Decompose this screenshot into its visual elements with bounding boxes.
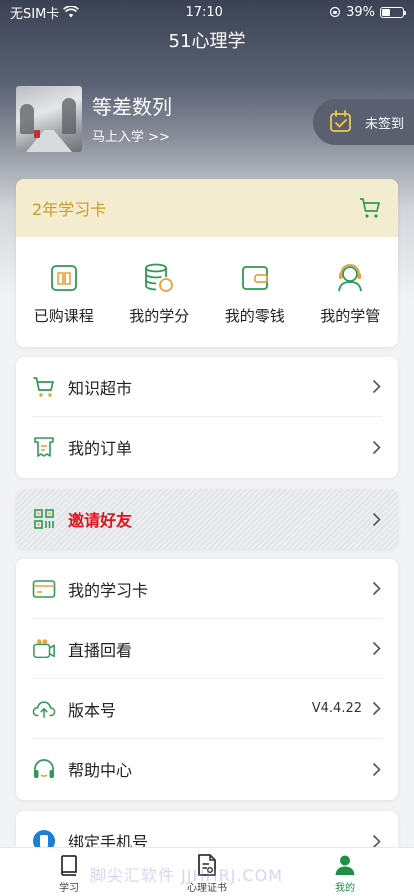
row-label: 版本号 <box>68 700 117 720</box>
chevron-right-icon <box>370 761 382 777</box>
support-agent-icon <box>338 264 363 292</box>
chevron-right-icon <box>370 701 382 717</box>
list-item-invite-friends[interactable]: 邀请好友 <box>32 489 382 549</box>
chevron-right-icon <box>370 641 382 657</box>
tab-bar: 学习 心理证书 我的 <box>0 847 414 896</box>
tab-mine[interactable]: 我的 <box>305 848 385 894</box>
status-bar: 无SIM卡 17:10 39% <box>0 0 414 24</box>
user-name: 等差数列 <box>92 94 172 119</box>
cart-icon[interactable] <box>358 196 382 220</box>
study-card-title: 2年学习卡 <box>32 200 107 219</box>
market-panel: 知识超市 我的订单 <box>16 357 398 478</box>
chevron-right-icon <box>370 379 382 395</box>
quick-my-tutor[interactable]: 我的学管 <box>304 261 396 326</box>
row-label: 我的学习卡 <box>68 580 149 600</box>
enroll-link[interactable]: 马上入学 >> <box>92 126 172 145</box>
battery-icon <box>380 6 406 18</box>
tab-label: 心理证书 <box>187 883 227 894</box>
tab-certificate[interactable]: 心理证书 <box>167 848 247 894</box>
quick-label: 已购课程 <box>33 307 94 325</box>
quick-label: 我的零钱 <box>224 307 285 325</box>
card-icon <box>32 579 56 598</box>
book-icon <box>50 265 77 291</box>
invite-panel: 邀请好友 <box>16 489 398 549</box>
chevron-right-icon <box>370 439 382 455</box>
qrcode-icon <box>34 509 54 529</box>
row-label: 帮助中心 <box>68 761 133 780</box>
receipt-icon <box>34 437 54 457</box>
video-icon <box>33 638 55 658</box>
coins-icon <box>145 263 174 292</box>
clock: 17:10 <box>185 4 223 20</box>
list-item-help-center[interactable]: 帮助中心 <box>32 739 382 799</box>
cloud-upload-icon <box>32 700 56 718</box>
list-item-live-replay[interactable]: 直播回看 <box>32 619 382 679</box>
cart-icon <box>33 376 54 397</box>
carrier-label: 无SIM卡 <box>10 6 60 22</box>
checkin-label: 未签到 <box>365 116 405 132</box>
quick-purchased-courses[interactable]: 已购课程 <box>18 261 110 326</box>
quick-label: 我的学管 <box>320 307 381 325</box>
row-label: 知识超市 <box>68 378 133 398</box>
chevron-right-icon <box>370 511 382 527</box>
battery-percent: 39% <box>346 4 375 20</box>
list-item-my-study-card[interactable]: 我的学习卡 <box>32 559 382 619</box>
tab-study[interactable]: 学习 <box>29 848 109 894</box>
profile-header[interactable]: 等差数列 马上入学 >> <box>16 86 172 152</box>
row-label: 直播回看 <box>68 640 133 660</box>
version-value: V4.4.22 <box>311 701 362 716</box>
quick-actions: 已购课程 我的学分 我的零钱 我的学管 <box>16 237 398 326</box>
study-card-header[interactable]: 2年学习卡 <box>16 179 398 237</box>
quick-my-credits[interactable]: 我的学分 <box>113 261 205 326</box>
page-title: 51心理学 <box>168 31 246 52</box>
list-item-knowledge-market[interactable]: 知识超市 <box>32 357 382 417</box>
headset-icon <box>34 759 54 778</box>
row-label: 我的订单 <box>68 439 133 458</box>
avatar[interactable] <box>16 86 82 152</box>
chevron-right-icon <box>370 581 382 597</box>
orientation-lock-icon <box>329 6 341 18</box>
invite-label: 邀请好友 <box>68 511 133 530</box>
more-panel: 我的学习卡 直播回看 版本号 V4.4.22 帮助中心 <box>16 559 398 800</box>
quick-label: 我的学分 <box>129 307 190 325</box>
list-item-my-orders[interactable]: 我的订单 <box>32 417 382 477</box>
book-tab-icon <box>61 855 77 876</box>
tab-label: 我的 <box>335 883 355 894</box>
quick-my-change[interactable]: 我的零钱 <box>209 261 301 326</box>
list-item-version[interactable]: 版本号 V4.4.22 <box>32 679 382 739</box>
checkin-button[interactable]: 未签到 <box>313 99 414 145</box>
certificate-tab-icon <box>198 854 216 876</box>
wifi-icon <box>63 6 80 18</box>
study-card-panel: 2年学习卡 已购课程 我的学分 我的零钱 我的学管 <box>16 179 398 347</box>
user-tab-icon <box>335 855 355 875</box>
tab-label: 学习 <box>59 883 79 894</box>
wallet-icon <box>241 266 268 290</box>
calendar-check-icon <box>330 110 351 132</box>
